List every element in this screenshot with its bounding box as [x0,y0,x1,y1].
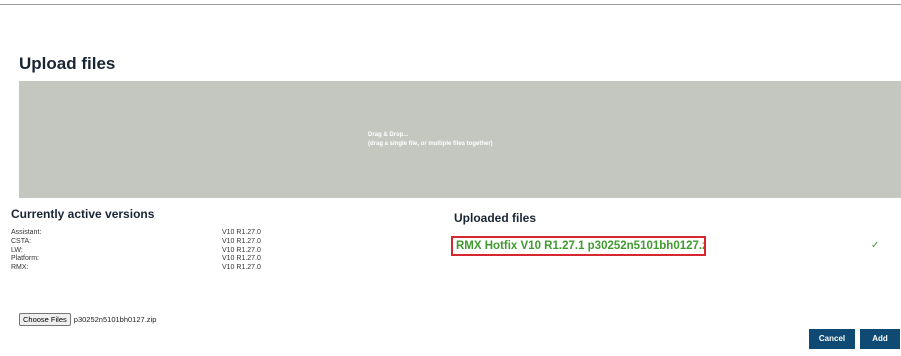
version-label: Assistant: [11,229,42,236]
version-row: Assistant: V10 R1.27.0 [11,229,311,238]
version-row: RMX: V10 R1.27.0 [11,264,311,273]
version-label: RMX: [11,264,29,272]
version-value: V10 R1.27.0 [222,237,261,245]
active-versions-list: Assistant: V10 R1.27.0 CSTA: V10 R1.27.0… [11,229,311,273]
uploaded-files-title: Uploaded files [454,211,537,225]
version-row: LW: V10 R1.27.0 [11,247,311,256]
version-row: Platform: V10 R1.27.0 [11,255,311,264]
version-label: CSTA: [11,237,32,245]
version-value: V10 R1.27.0 [222,229,261,236]
selected-file-name: p30252n5101bh0127.zip [73,315,157,324]
page-title: Upload files [19,54,116,73]
add-button[interactable]: Add [860,329,900,349]
active-versions-title: Currently active versions [11,207,155,221]
drop-zone-line1: Drag & Drop... [368,132,409,138]
version-label: Platform: [11,255,40,263]
cancel-button[interactable]: Cancel [809,329,855,349]
uploaded-file-item: RMX Hotfix V10 R1.27.1 p30252n5101bh0127… [451,236,706,256]
version-value: V10 R1.27.0 [222,264,261,272]
version-label: LW: [11,246,23,254]
drop-zone-text: Drag & Drop... (drag a single file, or m… [368,131,493,149]
top-divider [0,4,901,5]
check-icon: ✓ [871,240,880,251]
file-picker: Choose Files p30252n5101bh0127.zip [19,313,156,326]
version-value: V10 R1.27.0 [222,255,261,263]
choose-files-button[interactable]: Choose Files [19,313,71,326]
version-row: CSTA: V10 R1.27.0 [11,238,311,247]
drop-zone-line2: (drag a single file, or multiple files t… [368,141,493,147]
version-value: V10 R1.27.0 [222,246,261,254]
